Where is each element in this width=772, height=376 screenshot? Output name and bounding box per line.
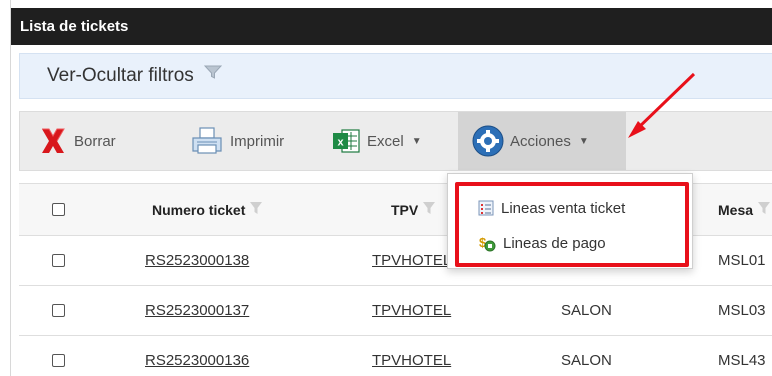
chevron-down-icon: ▼ <box>578 135 589 147</box>
zone-cell: SALON <box>561 352 612 369</box>
tpv-link[interactable]: TPVHOTEL <box>372 352 451 369</box>
column-header-tpv[interactable]: TPV <box>391 184 436 235</box>
funnel-icon <box>203 52 223 96</box>
delete-label: Borrar <box>74 132 116 150</box>
table-row[interactable]: RS2523000137 TPVHOTEL SALON MSL03 <box>19 286 772 336</box>
delete-x-icon <box>38 126 68 156</box>
filter-toggle-label: Ver-Ocultar filtros <box>47 65 194 86</box>
menu-item-lineas-pago[interactable]: $ Lineas de pago <box>478 229 606 257</box>
actions-label: Acciones <box>510 132 571 150</box>
red-arrow-annotation <box>628 72 696 138</box>
filter-icon[interactable] <box>758 201 771 218</box>
excel-button[interactable]: x Excel ▼ <box>331 112 422 170</box>
excel-label: Excel <box>367 132 404 150</box>
printer-icon <box>190 126 224 156</box>
gear-icon <box>472 125 504 157</box>
menu-item-label: Lineas venta ticket <box>501 199 626 217</box>
ticket-link[interactable]: RS2523000136 <box>145 352 249 369</box>
actions-button[interactable]: Acciones ▼ <box>458 112 626 170</box>
row-checkbox[interactable] <box>52 336 65 376</box>
tpv-link[interactable]: TPVHOTEL <box>372 252 451 269</box>
print-button[interactable]: Imprimir <box>190 112 284 170</box>
excel-icon: x <box>331 127 361 155</box>
menu-item-label: Lineas de pago <box>503 234 606 252</box>
zone-cell: SALON <box>561 302 612 319</box>
svg-text:x: x <box>337 137 344 149</box>
actions-dropdown-menu: Lineas venta ticket $ Lineas de pago <box>447 173 693 269</box>
filter-icon[interactable] <box>250 201 263 218</box>
print-label: Imprimir <box>230 132 285 150</box>
select-all-checkbox[interactable] <box>52 184 65 235</box>
table-row[interactable]: RS2523000136 TPVHOTEL SALON MSL43 <box>19 336 772 376</box>
delete-button[interactable]: Borrar <box>38 112 116 170</box>
ticket-link[interactable]: RS2523000138 <box>145 252 249 269</box>
tpv-link[interactable]: TPVHOTEL <box>372 302 451 319</box>
list-icon <box>478 200 494 216</box>
column-header-ticket[interactable]: Numero ticket <box>152 184 263 235</box>
page-title: Lista de tickets <box>11 8 772 45</box>
payment-icon: $ <box>478 234 496 252</box>
mesa-cell: MSL43 <box>718 352 766 369</box>
row-checkbox[interactable] <box>52 236 65 285</box>
menu-item-lineas-venta[interactable]: Lineas venta ticket <box>478 194 625 222</box>
mesa-cell: MSL01 <box>718 252 766 269</box>
mesa-cell: MSL03 <box>718 302 766 319</box>
column-header-mesa[interactable]: Mesa <box>718 184 771 235</box>
row-checkbox[interactable] <box>52 286 65 335</box>
filter-icon[interactable] <box>423 201 436 218</box>
chevron-down-icon: ▼ <box>411 135 422 147</box>
ticket-link[interactable]: RS2523000137 <box>145 302 249 319</box>
